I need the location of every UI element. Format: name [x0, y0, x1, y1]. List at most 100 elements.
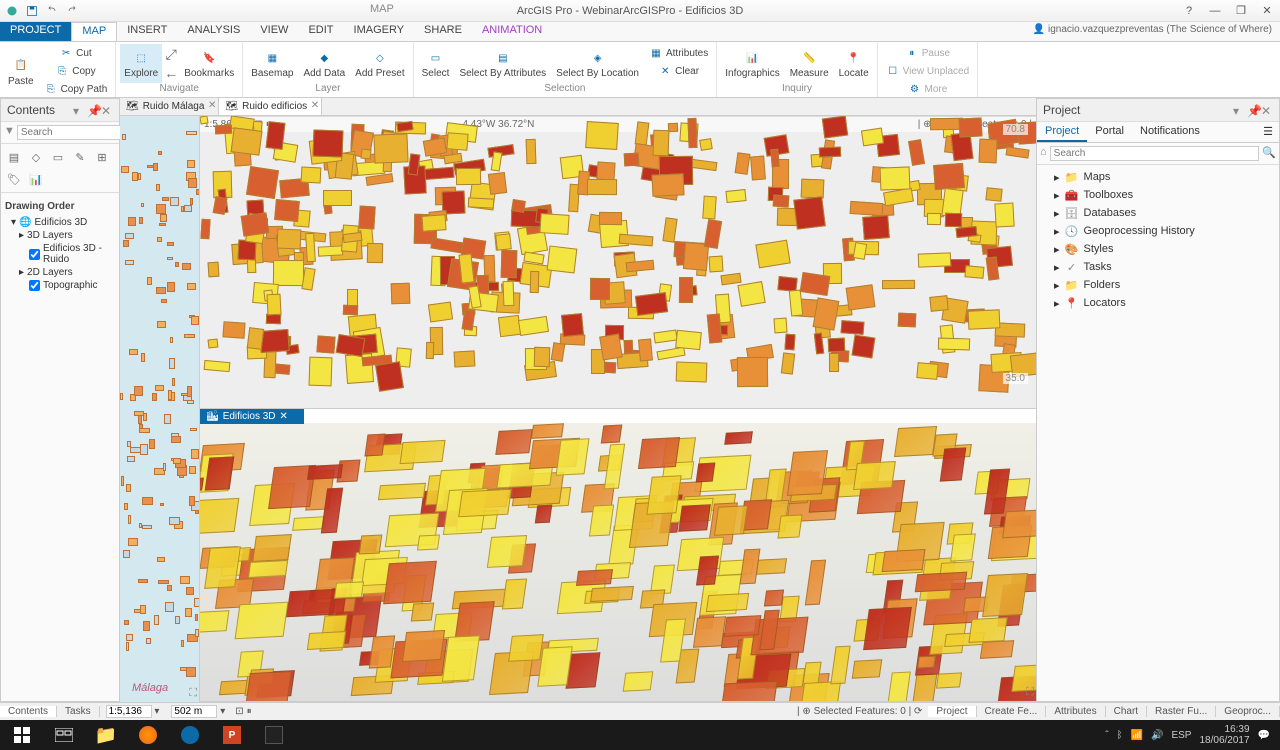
task-view-button[interactable] [44, 721, 84, 749]
attributes-button[interactable]: ▦Attributes [645, 44, 712, 62]
toc-layer-3d[interactable]: Edificios 3D - Ruido [5, 242, 115, 266]
toc-scene[interactable]: ▾ 🌐 Edificios 3D [5, 216, 115, 229]
layer-3d-checkbox[interactable] [29, 249, 40, 260]
proj-item-maps[interactable]: ▸📁Maps [1040, 168, 1276, 186]
bottom-tab-chart[interactable]: Chart [1106, 706, 1147, 717]
list-by-chart-icon[interactable]: 📊 [27, 170, 45, 188]
search-icon[interactable]: 🔍 [1262, 146, 1276, 161]
start-button[interactable] [2, 721, 42, 749]
cut-button[interactable]: ✂Cut [40, 44, 112, 62]
toc-2d-layers[interactable]: ▸ 2D Layers [5, 266, 115, 279]
contents-dropdown-icon[interactable]: ▾ [73, 104, 85, 116]
bottom-tab-create[interactable]: Create Fe... [977, 706, 1047, 717]
bottom-tab-contents[interactable]: Contents [0, 706, 57, 717]
project-search-input[interactable] [1050, 146, 1260, 161]
proj-item-locators[interactable]: ▸📍Locators [1040, 294, 1276, 312]
constraint-icon[interactable]: ⊡ [235, 706, 243, 717]
basemap-button[interactable]: ▦Basemap [247, 44, 297, 83]
bottom-tab-attrs[interactable]: Attributes [1046, 706, 1105, 717]
tab-share[interactable]: SHARE [414, 22, 472, 41]
proj-item-folders[interactable]: ▸📁Folders [1040, 276, 1276, 294]
bookmarks-button[interactable]: 🔖Bookmarks [180, 44, 238, 83]
tray-volume-icon[interactable]: 🔊 [1151, 730, 1163, 741]
select-by-attributes-button[interactable]: ▤Select By Attributes [455, 44, 550, 83]
tray-network-icon[interactable]: 📶 [1131, 730, 1143, 741]
scale-input-3d[interactable] [106, 705, 152, 718]
list-by-labeling-icon[interactable]: 🏷 [5, 170, 23, 188]
tab-project[interactable]: PROJECT [0, 22, 71, 41]
tab-animation[interactable]: ANIMATION [472, 22, 552, 41]
tab-close-icon[interactable]: ✕ [311, 100, 319, 111]
map-tab-1[interactable]: 🗺Ruido Málaga✕ [120, 98, 219, 115]
add-data-button[interactable]: ◆Add Data [299, 44, 349, 83]
select-button[interactable]: ▭Select [418, 44, 454, 83]
list-by-selection-icon[interactable]: ▭ [49, 148, 67, 166]
proj-tab-project[interactable]: Project [1037, 122, 1087, 142]
tray-up-icon[interactable]: ˆ [1105, 730, 1108, 741]
view3d-tab[interactable]: 🏙Edificios 3D✕ [200, 409, 304, 424]
proj-tab-notifications[interactable]: Notifications [1132, 122, 1208, 142]
select-by-location-button[interactable]: ◈Select By Location [552, 44, 643, 83]
layer-2d-checkbox[interactable] [29, 280, 40, 291]
list-by-snapping-icon[interactable]: ⊞ [93, 148, 111, 166]
dist-dropdown-icon[interactable]: ▾ [220, 706, 225, 717]
tab-insert[interactable]: INSERT [117, 22, 177, 41]
tray-clock[interactable]: 16:39 18/06/2017 [1199, 724, 1249, 746]
app-icon[interactable] [4, 3, 20, 19]
clear-button[interactable]: ✕Clear [645, 62, 712, 80]
measure-button[interactable]: 📏Measure [786, 44, 833, 83]
project-pin-icon[interactable]: 📌 [1247, 104, 1259, 116]
firefox-button[interactable] [128, 721, 168, 749]
proj-tab-portal[interactable]: Portal [1087, 122, 1132, 142]
edge-button[interactable] [170, 721, 210, 749]
nav-full-extent-icon[interactable]: ⤢ [164, 46, 178, 63]
snap-icon[interactable]: ⊕ [802, 706, 810, 717]
proj-item-tasks[interactable]: ▸✓Tasks [1040, 258, 1276, 276]
proj-item-databases[interactable]: ▸🗄Databases [1040, 204, 1276, 222]
redo-icon[interactable] [64, 3, 80, 19]
project-dropdown-icon[interactable]: ▾ [1233, 104, 1245, 116]
close-icon[interactable]: ✕ [1254, 0, 1280, 22]
project-close-icon[interactable]: ✕ [1261, 104, 1273, 116]
help-icon[interactable]: ? [1176, 0, 1202, 22]
pause-draw-icon[interactable]: ⏸ [247, 706, 252, 717]
minimize-icon[interactable]: — [1202, 0, 1228, 22]
tab-edit[interactable]: EDIT [298, 22, 343, 41]
copy-button[interactable]: ⎘Copy [40, 62, 112, 80]
dist-input-3d[interactable] [171, 705, 217, 718]
locate-button[interactable]: 📍Locate [835, 44, 873, 83]
filter-icon[interactable]: ▼ [4, 125, 15, 140]
overview-expand-icon[interactable]: ⛶ [189, 687, 197, 700]
list-by-editing-icon[interactable]: ✎ [71, 148, 89, 166]
pause-labeling-button[interactable]: ⏸Pause [882, 44, 974, 62]
bottom-tab-raster[interactable]: Raster Fu... [1147, 706, 1216, 717]
save-icon[interactable] [24, 3, 40, 19]
bottom-tab-tasks[interactable]: Tasks [57, 706, 100, 717]
map-tab-2[interactable]: 🗺Ruido edificios✕ [219, 98, 322, 115]
maximize-icon[interactable]: ❐ [1228, 0, 1254, 22]
overview-pane[interactable]: Málaga ⛶ [120, 116, 200, 702]
bottom-tab-project[interactable]: Project [928, 706, 976, 717]
map-2d-view[interactable]: 70.8 35.0 1:5,868 ▾ ⊡ ⏸ 4.43°W 36.72°N |… [200, 116, 1036, 409]
proj-item-toolboxes[interactable]: ▸🧰Toolboxes [1040, 186, 1276, 204]
refresh-icon[interactable]: ⟳ [914, 706, 922, 717]
tray-lang[interactable]: ESP [1171, 730, 1191, 741]
proj-item-styles[interactable]: ▸🎨Styles [1040, 240, 1276, 258]
arcgis-button[interactable] [254, 721, 294, 749]
tab-view[interactable]: VIEW [250, 22, 298, 41]
view3d-expand-icon[interactable]: ⛶ [1026, 686, 1034, 699]
contents-pin-icon[interactable]: 📌 [87, 104, 99, 116]
tray-bluetooth-icon[interactable]: ᛒ [1117, 730, 1123, 741]
user-label[interactable]: 👤 ignacio.vazquezpreventas (The Science … [1025, 22, 1280, 41]
notification-center-icon[interactable]: 💬 [1258, 730, 1270, 741]
powerpoint-button[interactable]: P [212, 721, 252, 749]
scale-dropdown-icon[interactable]: ▾ [154, 706, 159, 717]
bottom-tab-geoproc[interactable]: Geoproc... [1216, 706, 1280, 717]
proj-home-icon[interactable]: ⌂ [1040, 146, 1047, 161]
explore-button[interactable]: ⬚Explore [120, 44, 162, 83]
copy-path-button[interactable]: ⎘Copy Path [40, 80, 112, 98]
tab-close-icon[interactable]: ✕ [208, 100, 216, 111]
tab-map[interactable]: MAP [71, 22, 117, 41]
tab-analysis[interactable]: ANALYSIS [177, 22, 250, 41]
toc-3d-layers[interactable]: ▸ 3D Layers [5, 229, 115, 242]
